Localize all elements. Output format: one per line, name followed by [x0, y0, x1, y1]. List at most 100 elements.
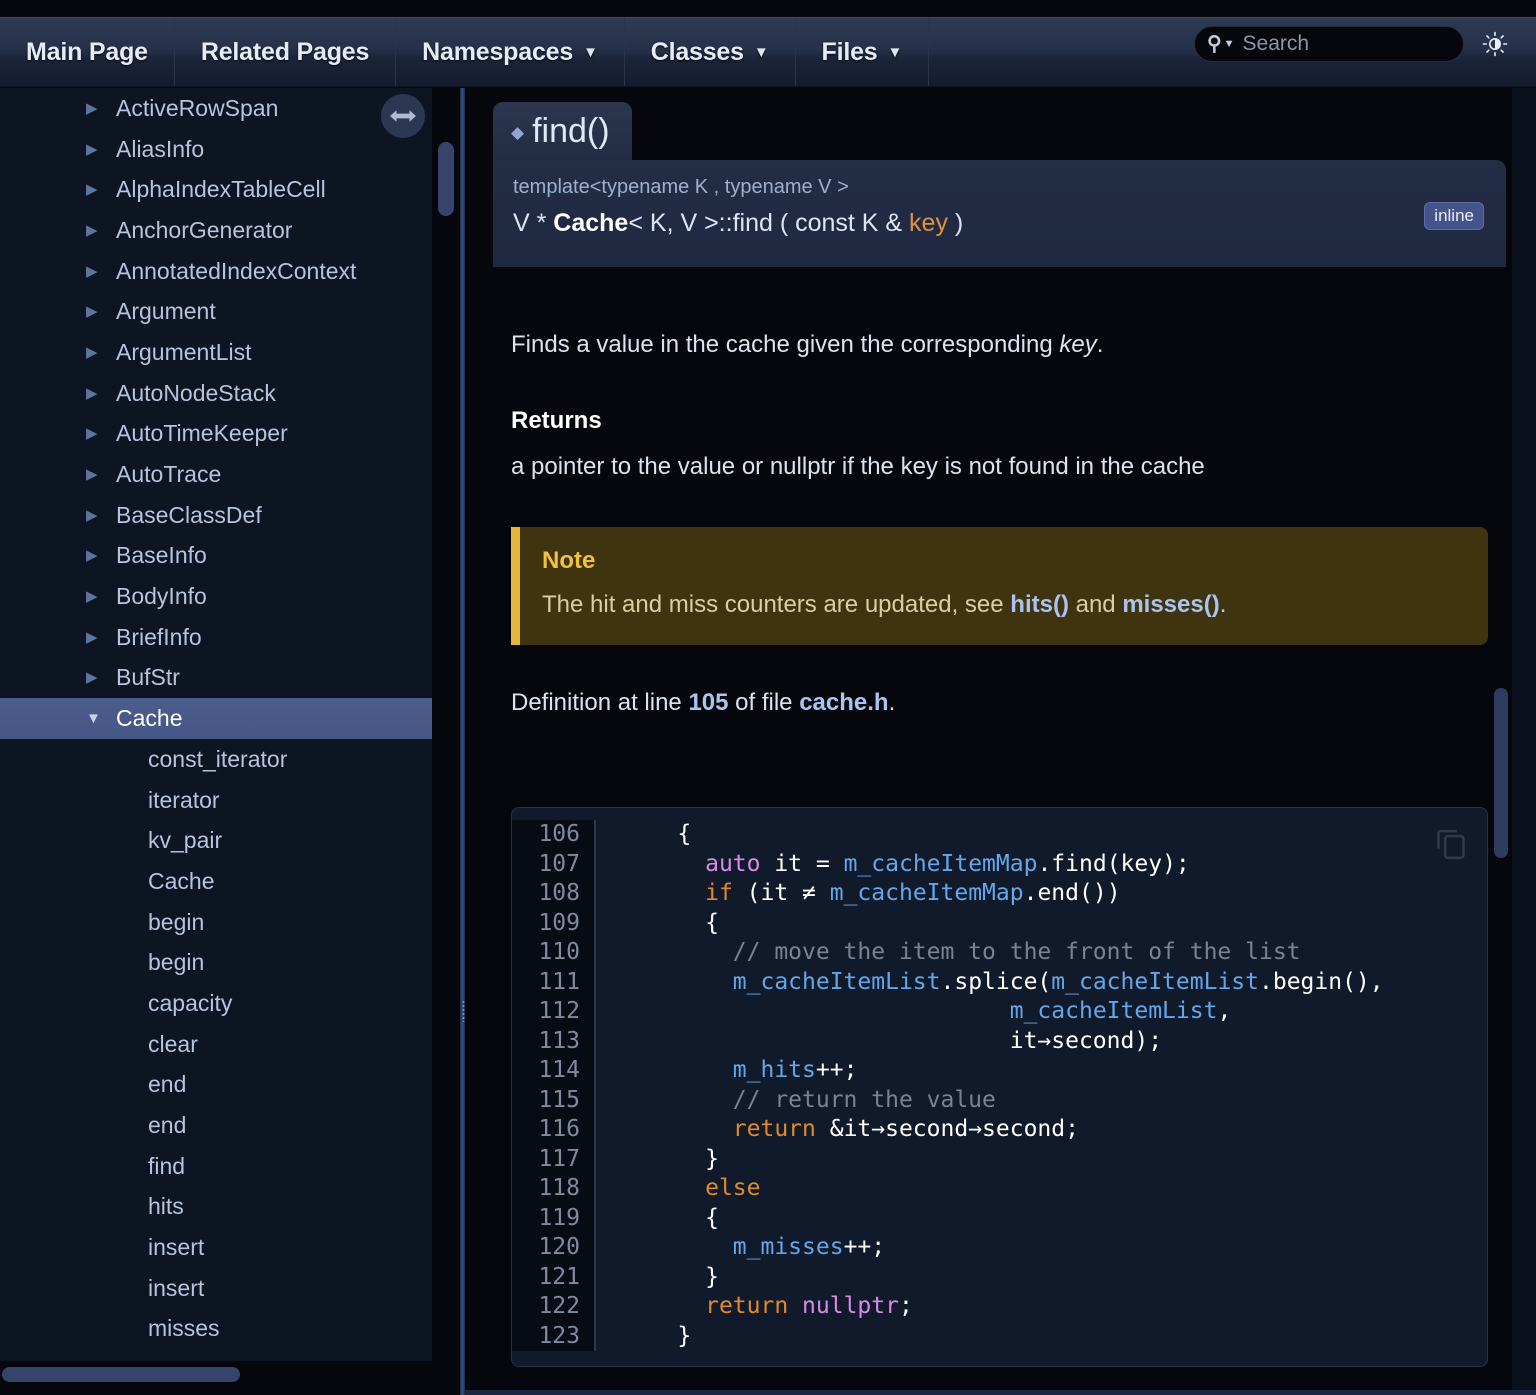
- sidebar-item-annotatedindexcontext[interactable]: ▶ AnnotatedIndexContext: [0, 251, 432, 292]
- sidebar-item-end[interactable]: ▶end: [0, 1065, 432, 1106]
- code-line-number: 121: [512, 1262, 596, 1292]
- signature-tail: ): [947, 209, 964, 237]
- chevron-right-icon[interactable]: ▶: [86, 508, 104, 523]
- chevron-right-icon[interactable]: ▶: [86, 630, 104, 645]
- code-listing: 106 {107 auto it = m_cacheItemMap.find(k…: [512, 820, 1384, 1351]
- class-tree-sidebar[interactable]: ▶ ActiveRowSpan ▶ AliasInfo ▶ AlphaIndexTable…: [0, 88, 432, 1361]
- sidebar-item-begin[interactable]: ▶begin: [0, 902, 432, 943]
- sidebar-resize-button[interactable]: [381, 94, 425, 138]
- sidebar-item-find[interactable]: ▶find: [0, 1146, 432, 1187]
- sidebar-item-baseclassdef[interactable]: ▶ BaseClassDef: [0, 495, 432, 536]
- chevron-right-icon[interactable]: ▶: [86, 264, 104, 279]
- sidebar-item-label: BaseClassDef: [116, 501, 262, 528]
- sidebar-item-autotrace[interactable]: ▶ AutoTrace: [0, 454, 432, 495]
- search-icon: ⚲: [1207, 33, 1222, 55]
- sidebar-vertical-scrollbar-thumb[interactable]: [438, 142, 454, 216]
- sidebar-item-autotimekeeper[interactable]: ▶ AutoTimeKeeper: [0, 414, 432, 455]
- code-line-content: // return the value: [732, 1086, 996, 1113]
- sidebar-item-argument[interactable]: ▶ Argument: [0, 291, 432, 332]
- diamond-bullet-icon: ◆: [511, 123, 525, 142]
- note-callout: Note The hit and miss counters are updat…: [511, 527, 1488, 645]
- chevron-right-icon[interactable]: ▶: [86, 386, 104, 401]
- code-line-content: // move the item to the front of the lis…: [732, 939, 1301, 965]
- sidebar-item-insert[interactable]: ▶insert: [0, 1268, 432, 1309]
- sidebar-item-label: misses: [148, 1315, 220, 1342]
- code-line-number: 107: [512, 849, 596, 879]
- function-signature: V * Cache< K, V >::find ( const K & key …: [513, 209, 1486, 238]
- sidebar-item-aliasinfo[interactable]: ▶ AliasInfo: [0, 129, 432, 170]
- code-line-number: 122: [512, 1292, 596, 1322]
- chevron-right-icon[interactable]: ▶: [86, 548, 104, 563]
- note-link-hits[interactable]: hits(): [1010, 591, 1069, 618]
- code-line-number: 115: [512, 1085, 596, 1115]
- chevron-right-icon[interactable]: ▶: [86, 670, 104, 685]
- search-dropdown-caret-icon[interactable]: ▼: [1224, 38, 1235, 50]
- sidebar-item-end[interactable]: ▶end: [0, 1105, 432, 1146]
- sidebar-item-hits[interactable]: ▶hits: [0, 1187, 432, 1228]
- horizontal-resize-icon: [390, 110, 416, 122]
- sidebar-horizontal-scrollbar-thumb[interactable]: [2, 1367, 240, 1382]
- sidebar-item-baseinfo[interactable]: ▶ BaseInfo: [0, 536, 432, 577]
- sidebar-item-remove[interactable]: ▶remove: [0, 1349, 432, 1361]
- sidebar-item-capacity[interactable]: ▶capacity: [0, 983, 432, 1024]
- code-line-number: 106: [512, 820, 596, 850]
- sidebar-item-argumentlist[interactable]: ▶ ArgumentList: [0, 332, 432, 373]
- chevron-down-icon[interactable]: ▼: [86, 711, 104, 726]
- sidebar-item-const_iterator[interactable]: ▶const_iterator: [0, 739, 432, 780]
- code-line: 120 m_misses++;: [512, 1233, 1384, 1263]
- nav-tab-related-pages[interactable]: Related Pages: [175, 18, 397, 86]
- sidebar-item-label: ActiveRowSpan: [116, 94, 279, 121]
- sidebar-item-label: kv_pair: [148, 827, 223, 854]
- code-line: 106 {: [512, 820, 1384, 850]
- sidebar-item-autonodestack[interactable]: ▶ AutoNodeStack: [0, 373, 432, 414]
- sidebar-item-alphaindextablecell[interactable]: ▶ AlphaIndexTableCell: [0, 169, 432, 210]
- sidebar-item-label: capacity: [148, 989, 233, 1016]
- nav-tab-classes[interactable]: Classes ▼: [625, 18, 796, 86]
- sidebar-item-bufstr[interactable]: ▶ BufStr: [0, 658, 432, 699]
- sidebar-item-misses[interactable]: ▶misses: [0, 1309, 432, 1350]
- note-text-after: .: [1219, 591, 1227, 618]
- chevron-right-icon[interactable]: ▶: [86, 426, 104, 441]
- sidebar-item-clear[interactable]: ▶clear: [0, 1024, 432, 1065]
- chevron-right-icon[interactable]: ▶: [86, 223, 104, 238]
- nav-tab-label: Files: [821, 37, 878, 66]
- chevron-right-icon[interactable]: ▶: [86, 345, 104, 360]
- chevron-right-icon[interactable]: ▶: [86, 182, 104, 197]
- chevron-right-icon[interactable]: ▶: [86, 101, 104, 116]
- sidebar-item-bodyinfo[interactable]: ▶ BodyInfo: [0, 576, 432, 617]
- search-input[interactable]: ⚲ ▼ Search: [1194, 26, 1464, 62]
- sidebar-item-cache[interactable]: ▼ Cache: [0, 698, 432, 739]
- chevron-right-icon[interactable]: ▶: [86, 589, 104, 604]
- theme-toggle-button[interactable]: [1480, 29, 1510, 59]
- code-line: 112 m_cacheItemList,: [512, 997, 1384, 1027]
- nav-tab-main-page[interactable]: Main Page: [0, 18, 175, 86]
- copy-code-button[interactable]: [1431, 822, 1471, 862]
- chevron-right-icon[interactable]: ▶: [86, 304, 104, 319]
- sidebar-item-label: AnnotatedIndexContext: [116, 257, 357, 284]
- sidebar-item-label: remove: [148, 1356, 225, 1361]
- note-link-misses[interactable]: misses(): [1122, 591, 1219, 618]
- main-vertical-scrollbar-thumb[interactable]: [1494, 688, 1508, 858]
- nav-tab-namespaces[interactable]: Namespaces ▼: [396, 18, 625, 86]
- member-prototype-block: template<typename K , typename V > V * C…: [493, 160, 1506, 267]
- code-line-content: if (it ≠ m_cacheItemMap.end()): [705, 880, 1121, 906]
- chevron-right-icon[interactable]: ▶: [86, 142, 104, 157]
- sidebar-item-label: insert: [148, 1234, 205, 1261]
- sidebar-item-kv_pair[interactable]: ▶kv_pair: [0, 820, 432, 861]
- code-line: 115 // return the value: [512, 1085, 1384, 1115]
- code-line-content: it→second);: [622, 1027, 1163, 1054]
- sidebar-item-iterator[interactable]: ▶iterator: [0, 780, 432, 821]
- class-tree-list: ▶ ActiveRowSpan ▶ AliasInfo ▶ AlphaIndexTable…: [0, 88, 432, 1361]
- sidebar-item-begin[interactable]: ▶begin: [0, 942, 432, 983]
- chevron-right-icon[interactable]: ▶: [86, 467, 104, 482]
- nav-tab-files[interactable]: Files ▼: [796, 18, 930, 86]
- definition-line-link[interactable]: 105: [688, 689, 728, 716]
- sidebar-item-insert[interactable]: ▶insert: [0, 1227, 432, 1268]
- sidebar-item-briefinfo[interactable]: ▶ BriefInfo: [0, 617, 432, 658]
- sidebar-item-anchorgenerator[interactable]: ▶ AnchorGenerator: [0, 210, 432, 251]
- code-line: 111 m_cacheItemList.splice(m_cacheItemLi…: [512, 967, 1384, 997]
- definition-file-link[interactable]: cache.h: [799, 689, 888, 716]
- sidebar-item-cache[interactable]: ▶Cache: [0, 861, 432, 902]
- sidebar-item-activerowspan[interactable]: ▶ ActiveRowSpan: [0, 88, 432, 129]
- code-line: 118 else: [512, 1174, 1384, 1204]
